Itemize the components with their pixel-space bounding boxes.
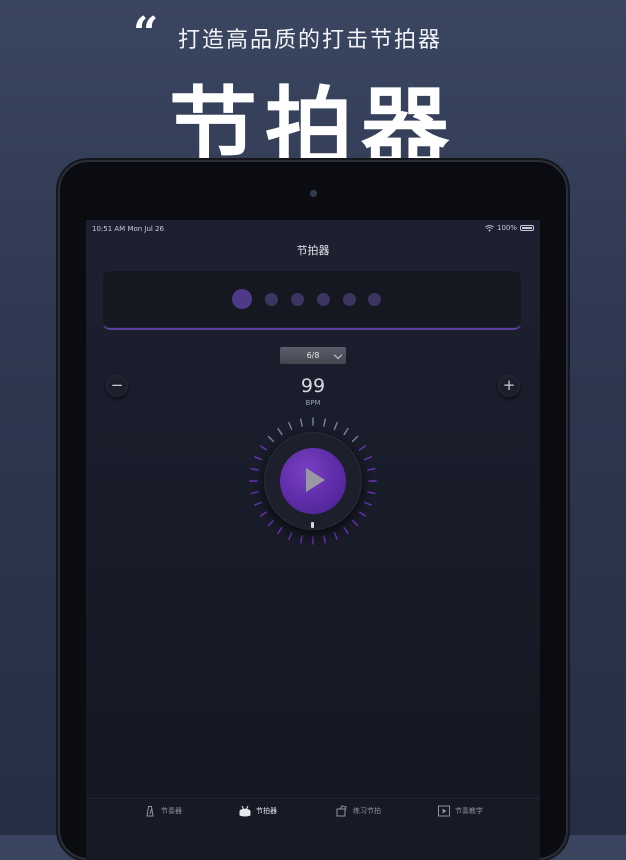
- dial-tick: [288, 422, 293, 430]
- status-right: 100%: [485, 224, 534, 232]
- status-time: 10:51 AM Mon Jul 26: [92, 225, 165, 233]
- drum-icon: [239, 805, 251, 817]
- dial-tick: [351, 435, 359, 443]
- dial-tick: [277, 526, 283, 535]
- dial-tick: [333, 422, 338, 430]
- tab-label: 节拍器: [256, 807, 277, 815]
- tab-label: 节奏教学: [455, 807, 483, 815]
- status-bar: 10:51 AM Mon Jul 26 100%: [86, 220, 540, 237]
- dial-tick: [358, 511, 367, 517]
- battery-icon: [520, 225, 534, 231]
- dial-tick: [267, 435, 275, 443]
- quote-mark: “: [133, 8, 159, 59]
- tab-practice[interactable]: 练习节拍: [336, 805, 381, 817]
- dial-tick: [367, 491, 376, 494]
- dial-tick: [259, 445, 268, 451]
- play-icon: [306, 468, 325, 492]
- time-signature-value: 6/8: [306, 351, 320, 360]
- dial-tick: [259, 511, 268, 517]
- video-play-icon: [438, 805, 450, 817]
- tab-label: 练习节拍: [353, 807, 381, 815]
- dial-tick: [254, 456, 262, 461]
- tab-teaching[interactable]: 节奏教学: [438, 805, 483, 817]
- beat-dot[interactable]: [317, 293, 330, 306]
- chevron-down-icon: [333, 350, 343, 360]
- dial-tick: [267, 519, 275, 527]
- metronome-icon: [146, 806, 154, 817]
- dial-tick: [250, 468, 259, 471]
- nav-title: 节拍器: [296, 244, 330, 257]
- tab-label: 节奏器: [161, 807, 182, 815]
- dial-tick: [333, 532, 338, 540]
- promo-tagline: 打造高品质的打击节拍器: [178, 28, 443, 53]
- beat-dot[interactable]: [368, 293, 381, 306]
- beat-dot[interactable]: [232, 289, 252, 309]
- camera-icon: [310, 190, 317, 197]
- tab-metronome[interactable]: 节拍器: [239, 805, 277, 817]
- beat-dot[interactable]: [343, 293, 356, 306]
- tab-bar: 节奏器 节拍器 练习节拍 节奏教学: [86, 798, 540, 860]
- dial-tick: [351, 519, 359, 527]
- beat-dot[interactable]: [291, 293, 304, 306]
- dial-tick: [300, 535, 303, 544]
- dial-tick: [343, 526, 349, 535]
- wifi-icon: [485, 224, 494, 232]
- bpm-value: 99: [300, 375, 326, 397]
- ipad-frame: 10:51 AM Mon Jul 26 100% 节拍器 6/8 − + 99 …: [58, 160, 568, 860]
- dial-tick: [250, 491, 259, 494]
- dial-tick: [343, 427, 349, 436]
- dial-tick: [323, 418, 326, 427]
- tab-rhythm[interactable]: 节奏器: [144, 805, 182, 817]
- beat-indicator-panel: [102, 270, 522, 328]
- dial-tick: [364, 456, 372, 461]
- dial-tick: [300, 418, 303, 427]
- bpm-unit: BPM: [305, 399, 321, 407]
- dial-tick: [277, 427, 283, 436]
- dial-tick: [358, 445, 367, 451]
- time-signature-select[interactable]: 6/8: [280, 347, 346, 364]
- dial-tick: [288, 532, 293, 540]
- battery-percent: 100%: [496, 224, 517, 232]
- beat-dot[interactable]: [265, 293, 278, 306]
- app-screen: 10:51 AM Mon Jul 26 100% 节拍器 6/8 − + 99 …: [86, 220, 540, 860]
- dial-tick: [367, 468, 376, 471]
- dial-tick: [254, 501, 262, 506]
- dial-tick: [364, 501, 372, 506]
- practice-icon: [336, 805, 347, 817]
- knob-marker: [311, 522, 314, 528]
- dial-tick: [323, 535, 326, 544]
